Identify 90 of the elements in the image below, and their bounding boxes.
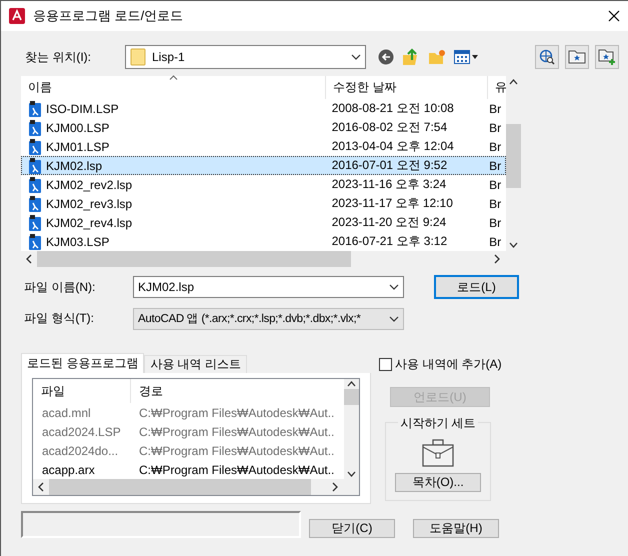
file-row[interactable]: KJM00.LSP 2016-08-02 오전 7:54 Br [21,118,506,137]
file-row[interactable]: ISO-DIM.LSP 2008-08-21 오전 10:08 Br [21,99,506,118]
add-favorite-button[interactable] [595,45,619,69]
table-cell-text: C:₩Program Files₩Autodesk₩Aut.. [138,462,336,476]
lisp-file-icon [28,138,42,154]
add-to-history-checkbox[interactable]: 사용 내역에 추가(A) [379,356,509,373]
scroll-thumb[interactable] [49,479,311,495]
file-name: KJM03.LSP [22,234,326,250]
location-dropdown[interactable]: Lisp-1 [125,45,366,69]
table-cell-text: C:₩Program Files₩Autodesk₩Aut.. [138,406,336,420]
web-search-button[interactable] [535,45,559,69]
folder-icon [130,48,146,66]
scroll-thumb[interactable] [37,251,351,267]
file-name: KJM02_rev4.lsp [22,214,326,230]
modified-date: 2016-07-01 오전 9:52 [330,157,448,174]
table-cell-text: acad2024.LSP [41,424,122,438]
load-button[interactable]: 로드(L) [434,275,519,299]
dropdown-caret-icon [389,284,399,290]
file-name-field[interactable]: KJM02.lsp [133,276,404,298]
modified-date: 2023-11-16 오후 3:24 [330,176,448,193]
table-cell-text: Br [488,196,502,210]
table-cell-text: Br [488,178,502,192]
group-title: 시작하기 세트 [398,416,478,430]
lisp-file-icon [28,100,42,116]
scroll-down-icon[interactable] [347,469,356,479]
modified-date: 2013-04-04 오후 12:04 [330,138,455,155]
file-name: KJM02_rev2.lsp [22,176,326,192]
file-name: KJM00.LSP [22,120,326,136]
lisp-file-icon [28,234,42,250]
file-row[interactable]: KJM02.lsp 2016-07-01 오전 9:52 Br [21,156,506,175]
up-folder-icon[interactable] [402,48,420,66]
sort-caret-icon [169,75,178,80]
modified-date: 2016-07-21 오후 3:12 [330,233,448,250]
lisp-file-icon [28,120,42,136]
tab[interactable]: 로드된 응용프로그램 [21,353,144,373]
close-icon[interactable] [608,10,620,22]
views-menu-icon[interactable] [454,50,478,64]
file-name: KJM02_rev3.lsp [22,196,326,212]
location-label: 찾는 위치(I): [25,48,92,66]
briefcase-icon [422,439,454,467]
modified-date: 2008-08-21 오전 10:08 [330,100,455,117]
horizontal-scrollbar[interactable] [33,479,359,495]
lisp-file-icon [28,176,42,192]
table-cell-text: acad2024do... [41,444,120,458]
lisp-file-icon [28,214,42,230]
table-cell-text: acapp.arx [41,462,96,476]
help-button[interactable]: 도움말(H) [413,519,499,538]
modified-date: 2016-08-02 오전 7:54 [330,119,448,136]
file-name: KJM02.lsp [22,158,326,174]
table-cell-text: acad.mnl [41,406,92,420]
file-row[interactable]: KJM03.LSP 2016-07-21 오후 3:12 Br [21,232,506,251]
file-row[interactable]: KJM02_rev2.lsp 2023-11-16 오후 3:24 Br [21,175,506,194]
scroll-thumb[interactable] [506,124,521,188]
table-cell-text: Br [488,158,502,172]
column-header[interactable]: 파일 [33,379,131,403]
table-cell-text: Br [488,216,502,230]
table-cell-text: C:₩Program Files₩Autodesk₩Aut.. [138,444,336,458]
lisp-file-icon [28,196,42,212]
table-cell-text: Br [488,102,502,116]
app-icon [9,8,25,24]
column-header[interactable]: 수정한 날짜 [326,76,488,99]
dropdown-caret-icon [351,54,361,60]
table-cell-text: Br [488,234,502,248]
favorites-folder-button[interactable] [565,45,589,69]
contents-button[interactable]: 목차(O)... [395,473,481,492]
file-row[interactable]: KJM02_rev3.lsp 2023-11-17 오후 12:10 Br [21,194,506,213]
table-cell-text: Br [488,140,502,154]
window-title: 응용프로그램 로드/언로드 [33,7,184,25]
close-button[interactable]: 닫기(C) [309,519,395,538]
file-row[interactable]: KJM02_rev4.lsp 2023-11-20 오전 9:24 Br [21,213,506,232]
file-name: ISO-DIM.LSP [22,100,326,116]
file-name: KJM01.LSP [22,138,326,154]
scroll-thumb[interactable] [344,389,359,405]
table-cell-text: Br [488,120,502,134]
scroll-up-icon[interactable] [347,379,356,389]
table-cell-text: C:₩Program Files₩Autodesk₩Aut.. [138,424,336,438]
file-row[interactable]: KJM01.LSP 2013-04-04 오후 12:04 Br [21,137,506,156]
file-type-dropdown[interactable]: AutoCAD 앱 (*.arx;*.crx;*.lsp;*.dvb;*.dbx;*.vlx;* [133,308,404,330]
tab[interactable]: 사용 내역 리스트 [144,355,248,373]
modified-date: 2023-11-20 오전 9:24 [330,214,448,231]
column-header[interactable]: 이름 [21,76,326,99]
column-header[interactable]: 경로 [131,379,344,403]
lisp-file-icon [28,158,42,174]
modified-date: 2023-11-17 오후 12:10 [330,195,454,212]
column-header[interactable]: 유 [488,76,506,99]
file-type-label: 파일 형식(T): [24,310,95,327]
back-icon[interactable] [378,49,394,65]
dropdown-caret-icon [389,316,399,322]
vertical-scrollbar[interactable] [344,379,359,479]
file-name-label: 파일 이름(N): [24,278,96,296]
